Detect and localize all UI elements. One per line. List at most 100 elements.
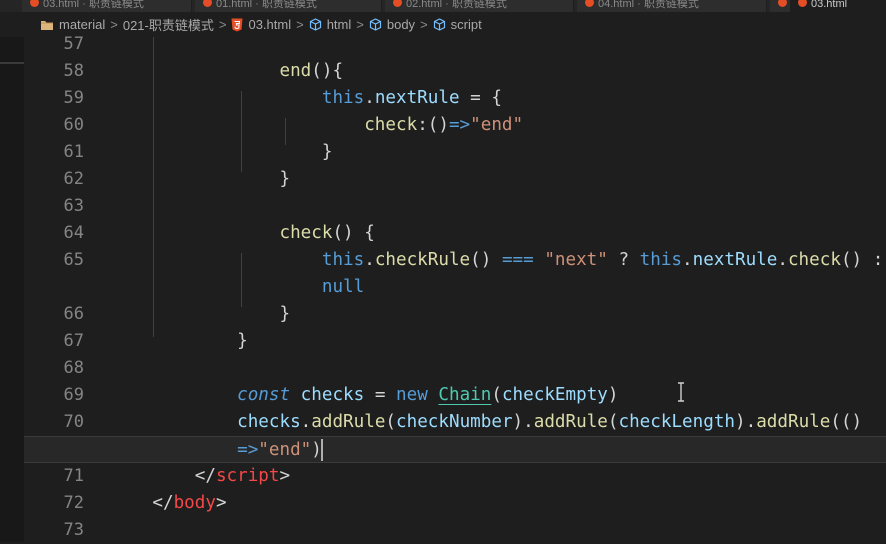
code-token: . <box>682 250 693 270</box>
code-token: > <box>279 466 291 486</box>
code-text: this.checkRule() === "next" ? this.nextR… <box>110 247 883 274</box>
code-token: (() <box>830 412 863 432</box>
code-token: addRule <box>756 412 831 432</box>
code-token: . <box>364 88 375 108</box>
code-text: </script> <box>110 463 290 490</box>
line-number: 72 <box>63 493 84 513</box>
code-line[interactable]: 71 </script> <box>24 463 886 490</box>
activity-bar <box>0 37 24 542</box>
editor-tab-label: 01.html · 职责链模式 <box>216 0 317 10</box>
code-line[interactable]: 64 check() { <box>24 220 886 247</box>
text-cursor-ibeam-icon <box>678 382 684 402</box>
line-number: 68 <box>63 358 84 378</box>
code-token: () <box>470 250 502 270</box>
code-token: Chain <box>438 385 492 405</box>
code-line[interactable]: 66 } <box>24 301 886 328</box>
code-text: } <box>110 328 248 355</box>
code-line[interactable]: 62 } <box>24 166 886 193</box>
line-number: 59 <box>63 88 84 108</box>
code-line[interactable]: 63 <box>24 193 886 220</box>
breadcrumb-label: body <box>386 17 416 32</box>
breadcrumb-item[interactable]: script <box>433 17 482 32</box>
code-line[interactable]: 60 check:()=>"end" <box>24 112 886 139</box>
code-token: this <box>110 250 365 270</box>
code-token: = { <box>459 88 502 108</box>
html5-file-icon <box>778 0 787 7</box>
cube-icon <box>369 18 382 31</box>
editor-tab-label: 02.html · 职责链模式 <box>406 0 507 10</box>
code-text: </body> <box>110 490 226 517</box>
code-line[interactable]: 68 <box>24 355 886 382</box>
breadcrumb-label: 03.html <box>248 17 292 32</box>
editor-tab[interactable]: 03.html · 职责链模式 <box>22 0 192 12</box>
breadcrumb-item[interactable]: 03.html <box>231 17 291 32</box>
code-token: ( <box>385 412 397 432</box>
line-number: 63 <box>63 196 84 216</box>
html5-file-icon <box>203 0 212 7</box>
editor-tab[interactable]: 03.html <box>790 0 886 12</box>
code-text: this.nextRule = { <box>110 85 502 112</box>
html5-file-icon <box>798 0 807 7</box>
code-text: const checks = new Chain(checkEmpty) <box>110 382 618 409</box>
code-line[interactable]: 72 </body> <box>24 490 886 517</box>
breadcrumb-item[interactable]: material <box>40 17 105 32</box>
breadcrumb-label: html <box>326 17 352 32</box>
editor-tab[interactable]: 04.html · 职责链模式 <box>577 0 767 12</box>
code-token: end <box>110 61 312 81</box>
code-token: checkNumber <box>396 412 513 432</box>
line-number: 58 <box>63 61 84 81</box>
editor-tab[interactable]: 02.html · 职责链模式 <box>385 0 574 12</box>
code-token: checks <box>110 412 301 432</box>
code-token: === <box>501 250 534 270</box>
code-token: } <box>110 304 291 324</box>
code-token: => <box>110 440 259 460</box>
code-text: } <box>110 166 290 193</box>
code-text: check:()=>"end" <box>110 112 523 139</box>
code-line[interactable]: 57 <box>24 31 886 58</box>
code-line[interactable]: 73 <box>24 517 886 544</box>
breadcrumb-item[interactable]: html <box>309 17 352 32</box>
code-token: ( <box>607 412 619 432</box>
code-line[interactable]: 58 end(){ <box>24 58 886 85</box>
cube-icon <box>309 18 322 31</box>
line-number: 73 <box>63 520 84 540</box>
code-line[interactable]: 65 this.checkRule() === "next" ? this.ne… <box>24 247 886 274</box>
code-token: . <box>300 412 312 432</box>
code-editor[interactable]: 57 58 end(){59 this.nextRule = {60 check:… <box>24 34 886 544</box>
code-line[interactable]: 59 this.nextRule = { <box>24 85 886 112</box>
folder-icon <box>40 19 54 31</box>
line-number: 66 <box>63 304 84 324</box>
code-token: = <box>364 385 397 405</box>
code-line[interactable]: 67 } <box>24 328 886 355</box>
editor-tab[interactable]: 01.html · 职责链模式 <box>195 0 382 12</box>
code-token: new <box>396 385 428 405</box>
breadcrumb-label: script <box>450 17 482 32</box>
code-line-current[interactable]: =>"end") <box>24 436 886 463</box>
code-token: ). <box>735 412 757 432</box>
editor-tab-label: 03.html <box>811 0 848 10</box>
code-line[interactable]: null <box>24 274 886 301</box>
breadcrumb-separator: > <box>420 17 428 32</box>
code-line[interactable]: 70 checks.addRule(checkNumber).addRule(c… <box>24 409 886 436</box>
code-text: checks.addRule(checkNumber).addRule(chec… <box>110 409 862 436</box>
code-text: null <box>110 274 364 301</box>
code-token: checkEmpty <box>501 385 608 405</box>
code-token: "end" <box>470 115 524 135</box>
code-token: } <box>110 142 333 162</box>
breadcrumb-item[interactable]: body <box>369 17 415 32</box>
code-token: check <box>110 115 418 135</box>
code-line[interactable]: 69 const checks = new Chain(checkEmpty) <box>24 382 886 409</box>
code-token: } <box>110 169 291 189</box>
code-text: check() { <box>110 220 374 247</box>
code-token: . <box>777 250 788 270</box>
code-token: . <box>364 250 375 270</box>
code-token: => <box>448 115 471 135</box>
line-number: 62 <box>63 169 84 189</box>
code-token: body <box>173 493 216 513</box>
code-token: ( <box>491 385 502 405</box>
line-number: 61 <box>63 142 84 162</box>
code-line[interactable]: 61 } <box>24 139 886 166</box>
code-token: const <box>110 385 291 405</box>
code-token: </ <box>110 493 174 513</box>
